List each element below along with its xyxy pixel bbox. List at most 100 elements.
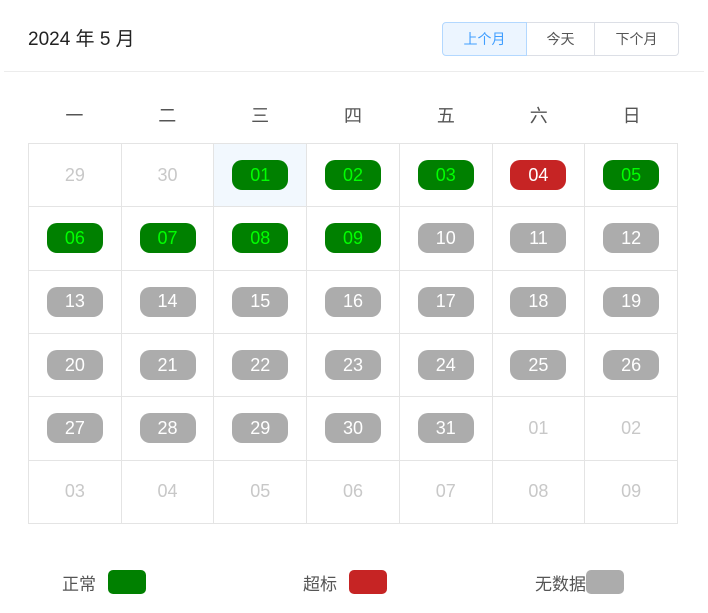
prev-month-button[interactable]: 上个月 [442, 22, 527, 56]
calendar-day-cell[interactable]: 22 [214, 333, 308, 398]
calendar-day-cell[interactable]: 09 [585, 460, 678, 524]
day-number-nodata: 20 [46, 350, 103, 381]
weekday-sat: 六 [529, 106, 548, 126]
day-number-other: 02 [621, 417, 642, 438]
day-number-over: 04 [510, 160, 567, 191]
calendar-day-cell[interactable]: 03 [399, 144, 493, 208]
day-number-normal: 09 [324, 223, 381, 254]
day-number-nodata: 17 [417, 286, 474, 317]
calendar-day-cell[interactable]: 28 [121, 397, 215, 461]
day-number-other: 29 [64, 164, 85, 185]
weekday-fri: 五 [436, 106, 455, 126]
calendar-day-cell[interactable]: 15 [214, 270, 308, 334]
calendar-day-cell[interactable]: 06 [29, 207, 122, 271]
calendar-day-cell[interactable]: 13 [29, 270, 122, 334]
calendar-day-cell[interactable]: 08 [214, 207, 308, 271]
calendar-day-cell[interactable]: 29 [29, 144, 122, 208]
calendar-day-cell[interactable]: 04 [121, 460, 215, 524]
day-number-nodata: 30 [324, 413, 381, 444]
weekday-tue: 二 [158, 106, 177, 126]
day-number-nodata: 31 [417, 413, 474, 444]
day-number-normal: 01 [232, 160, 289, 191]
calendar-day-cell[interactable]: 26 [585, 333, 678, 398]
day-number-nodata: 15 [232, 286, 289, 317]
calendar-day-cell[interactable]: 08 [492, 460, 586, 524]
day-number-nodata: 29 [232, 413, 289, 444]
day-number-nodata: 23 [324, 350, 381, 381]
calendar-day-cell[interactable]: 04 [492, 144, 586, 208]
today-button[interactable]: 今天 [527, 22, 595, 56]
calendar-day-cell[interactable]: 05 [585, 144, 678, 208]
day-number-other: 06 [342, 481, 363, 502]
day-number-nodata: 26 [603, 350, 660, 381]
calendar-day-cell[interactable]: 27 [29, 397, 122, 461]
legend-item-normal: 正常 [62, 568, 146, 596]
calendar-day-cell[interactable]: 30 [121, 144, 215, 208]
calendar-day-cell[interactable]: 21 [121, 333, 215, 398]
day-number-normal: 05 [603, 160, 660, 191]
day-number-other: 08 [528, 481, 549, 502]
legend-label-over: 超标 [303, 574, 337, 594]
calendar-day-cell[interactable]: 24 [399, 333, 493, 398]
calendar-day-cell[interactable]: 11 [492, 207, 586, 271]
header-divider [4, 71, 704, 72]
calendar-day-cell[interactable]: 07 [121, 207, 215, 271]
day-number-nodata: 10 [417, 223, 474, 254]
calendar-day-cell[interactable]: 20 [29, 333, 122, 398]
day-number-normal: 06 [46, 223, 103, 254]
weekday-mon: 一 [65, 106, 84, 126]
month-title: 2024 年 5 月 [28, 29, 135, 50]
day-number-normal: 07 [139, 223, 196, 254]
month-nav-button-group: 上个月 今天 下个月 [442, 22, 679, 56]
day-number-other: 09 [621, 481, 642, 502]
day-number-other: 01 [528, 417, 549, 438]
calendar-header: 2024 年 5 月 上个月 今天 下个月 [0, 0, 708, 72]
weekday-sun: 日 [622, 106, 641, 126]
day-number-other: 05 [250, 481, 271, 502]
weekday-thu: 四 [344, 106, 362, 126]
calendar-day-cell[interactable]: 06 [307, 460, 400, 524]
legend-label-normal: 正常 [62, 574, 96, 594]
day-number-nodata: 21 [139, 350, 196, 381]
day-number-nodata: 12 [603, 223, 660, 254]
legend-item-nodata: 无数据 [535, 568, 624, 596]
calendar-day-cell[interactable]: 25 [492, 333, 586, 398]
weekday-wed: 三 [251, 106, 270, 126]
calendar-day-cell[interactable]: 17 [399, 270, 493, 334]
calendar-day-cell[interactable]: 14 [121, 270, 215, 334]
calendar-day-cell[interactable]: 18 [492, 270, 586, 334]
day-number-normal: 03 [417, 160, 474, 191]
legend: 正常 超标 无数据 [0, 568, 708, 596]
day-number-other: 30 [157, 164, 178, 185]
day-number-normal: 08 [232, 223, 289, 254]
day-number-nodata: 22 [232, 350, 289, 381]
calendar-day-cell[interactable]: 10 [399, 207, 493, 271]
calendar-day-cell[interactable]: 01 [214, 144, 308, 208]
calendar-day-cell[interactable]: 05 [214, 460, 308, 524]
calendar-day-cell[interactable]: 12 [585, 207, 678, 271]
day-number-other: 03 [64, 481, 85, 502]
calendar-day-cell[interactable]: 09 [307, 207, 400, 271]
day-number-nodata: 24 [417, 350, 474, 381]
next-month-button[interactable]: 下个月 [595, 22, 679, 56]
day-number-nodata: 19 [603, 286, 660, 317]
day-number-other: 04 [157, 481, 178, 502]
day-number-normal: 02 [324, 160, 381, 191]
calendar-day-cell[interactable]: 29 [214, 397, 308, 461]
calendar-day-cell[interactable]: 01 [492, 397, 586, 461]
calendar-day-cell[interactable]: 16 [307, 270, 400, 334]
day-number-other: 07 [435, 481, 456, 502]
calendar-day-cell[interactable]: 19 [585, 270, 678, 334]
legend-swatch-normal [108, 570, 146, 594]
calendar-day-cell[interactable]: 31 [399, 397, 493, 461]
legend-swatch-nodata [586, 570, 624, 594]
calendar-day-cell[interactable]: 02 [307, 144, 400, 208]
calendar-day-cell[interactable]: 03 [29, 460, 122, 524]
calendar-day-cell[interactable]: 30 [307, 397, 400, 461]
calendar-day-cell[interactable]: 23 [307, 333, 400, 398]
calendar-day-cell[interactable]: 07 [399, 460, 493, 524]
day-number-nodata: 16 [324, 286, 381, 317]
weekday-header-row: 一 二 三 四 五 六 日 [28, 100, 678, 132]
calendar-day-cell[interactable]: 02 [585, 397, 678, 461]
day-number-nodata: 25 [510, 350, 567, 381]
